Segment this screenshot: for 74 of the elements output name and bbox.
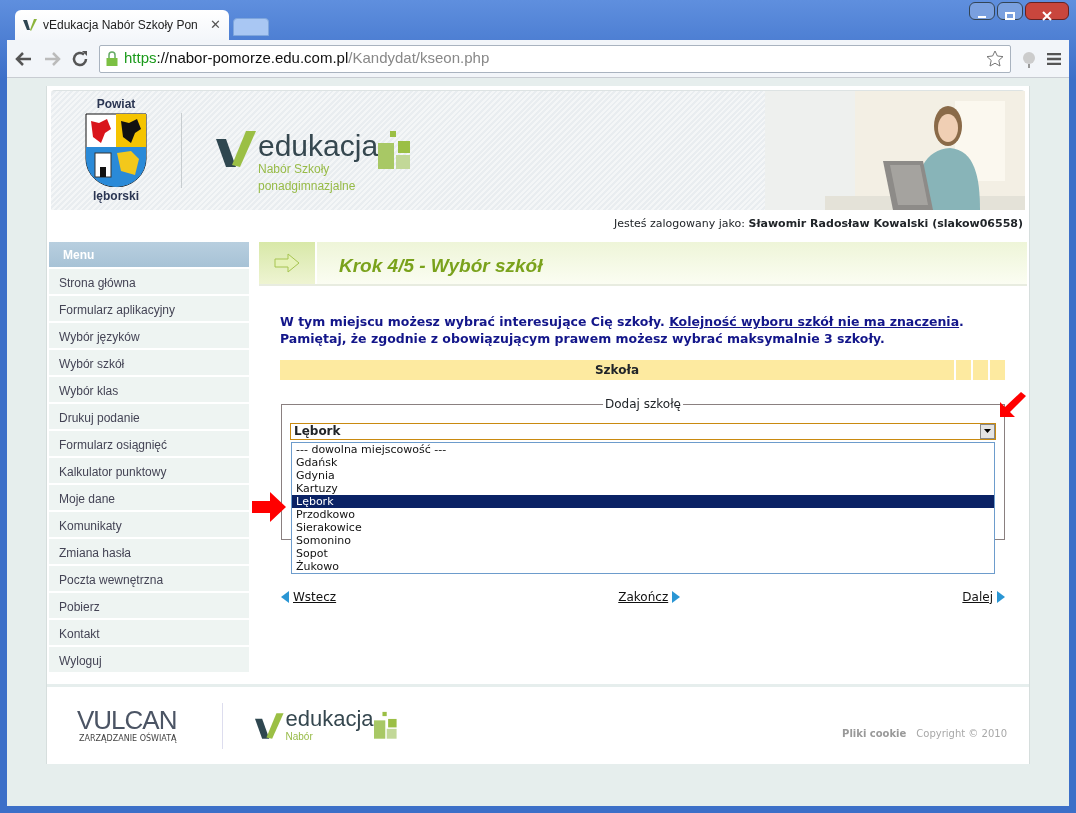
copyright-text: Copyright © 2010 bbox=[916, 727, 1007, 741]
bookmark-star-icon[interactable] bbox=[986, 49, 1004, 68]
minimize-button[interactable] bbox=[969, 2, 995, 20]
tab-title[interactable]: vEdukacja Nabór Szkoły Pon bbox=[43, 16, 204, 34]
dropdown-option[interactable]: Gdynia bbox=[292, 468, 994, 482]
back-icon[interactable] bbox=[15, 50, 33, 67]
squares-logo-icon bbox=[378, 131, 413, 171]
menu-item[interactable]: Wybór języków bbox=[49, 323, 249, 348]
menu-item[interactable]: Drukuj podanie bbox=[49, 404, 249, 429]
menu-item[interactable]: Moje dane bbox=[49, 485, 249, 510]
county-label: lęborski bbox=[93, 188, 139, 205]
arrow-icon bbox=[274, 253, 300, 273]
close-tab-icon[interactable]: ✕ bbox=[210, 15, 221, 35]
reload-icon[interactable] bbox=[71, 49, 89, 68]
vulcan-tagline: ZARZĄDZANIE OŚWIATĄ bbox=[78, 732, 177, 745]
logo-subtitle: Nabór Szkoły bbox=[258, 162, 331, 178]
close-icon bbox=[1042, 10, 1052, 21]
logo-wordmark: edukacja bbox=[285, 707, 374, 730]
menu-item[interactable]: Formularz aplikacyjny bbox=[49, 296, 249, 321]
order-note-link[interactable]: Kolejność wyboru szkół nie ma znaczenia bbox=[669, 314, 960, 329]
v-logo-icon bbox=[216, 131, 258, 167]
menu-item[interactable]: Pobierz bbox=[49, 593, 249, 618]
logo-subtitle: ponadgimnazjalne bbox=[258, 177, 357, 195]
header-cell bbox=[973, 359, 988, 380]
step-title: Krok 4/5 - Wybór szkół bbox=[338, 254, 544, 278]
column-header: Szkoła bbox=[280, 359, 954, 380]
logged-in-label: Jesteś zalogowany jako: bbox=[614, 217, 745, 230]
dropdown-option[interactable]: Sierakowice bbox=[292, 520, 994, 534]
dropdown-option[interactable]: Kartuzy bbox=[292, 481, 994, 495]
logo-subtitle: Nabór bbox=[285, 730, 313, 744]
logo-wordmark: edukacja bbox=[258, 131, 379, 161]
header-cell bbox=[990, 359, 1005, 380]
dropdown-option[interactable]: Sopot bbox=[292, 546, 994, 560]
dropdown-option[interactable]: Przodkowo bbox=[292, 507, 994, 521]
address-bar[interactable]: https://nabor-pomorze.edu.com.pl/Kandydat/kseon.php bbox=[99, 44, 1011, 73]
vulcan-logo: VULCAN bbox=[77, 706, 177, 733]
dropdown-option[interactable]: Żukowo bbox=[292, 559, 994, 573]
menu-item[interactable]: Wyloguj bbox=[49, 647, 249, 672]
maximize-button[interactable] bbox=[997, 2, 1023, 20]
close-button[interactable] bbox=[1025, 2, 1069, 20]
arrow-icon bbox=[997, 590, 1005, 603]
county-label: Powiat bbox=[96, 96, 136, 113]
lock-icon bbox=[106, 51, 118, 66]
nav-link[interactable]: Dalej bbox=[962, 587, 993, 606]
fieldset-legend: Dodaj szkołę bbox=[603, 395, 683, 412]
extension-icon[interactable] bbox=[1021, 49, 1037, 68]
menu-item[interactable]: Kalkulator punktowy bbox=[49, 458, 249, 483]
site-logo-icon bbox=[23, 18, 37, 32]
dropdown-option[interactable]: Lębork bbox=[292, 494, 994, 508]
header-cell bbox=[956, 359, 971, 380]
menu-icon[interactable] bbox=[1047, 52, 1061, 65]
menu-item[interactable]: Komunikaty bbox=[49, 512, 249, 537]
menu-item[interactable]: Wybór szkół bbox=[49, 350, 249, 375]
instructions-text: W tym miejscu możesz wybrać interesujące Cię szkoły. Kolejność wyboru szkół nie ma znaczenia. Pamiętaj, że zgodnie z obowiązującym prawem możesz wybrać maksymalnie 3 szkoły. bbox=[280, 314, 965, 348]
squares-logo-icon bbox=[373, 710, 398, 741]
menu-item[interactable]: Kontakt bbox=[49, 620, 249, 645]
v-logo-icon bbox=[255, 710, 286, 741]
dropdown-option[interactable]: Somonino bbox=[292, 533, 994, 547]
nav-link[interactable]: Zakończ bbox=[618, 587, 669, 606]
menu-header: Menu bbox=[49, 242, 249, 267]
menu-item[interactable]: Wybór klas bbox=[49, 377, 249, 402]
nav-link[interactable]: Wstecz bbox=[293, 587, 337, 606]
annotation-arrow-icon bbox=[252, 492, 286, 522]
maximize-icon bbox=[1005, 11, 1015, 20]
arrow-icon bbox=[281, 590, 289, 603]
menu-item[interactable]: Zmiana hasła bbox=[49, 539, 249, 564]
dropdown-option[interactable]: --- dowolna miejscowość --- bbox=[292, 442, 994, 456]
city-select[interactable]: Lębork bbox=[290, 422, 996, 440]
menu-item[interactable]: Strona główna bbox=[49, 269, 249, 294]
user-name: Sławomir Radosław Kowalski (slakow06558) bbox=[748, 217, 1023, 230]
menu-item[interactable]: Formularz osiągnięć bbox=[49, 431, 249, 456]
dropdown-option[interactable]: Gdańsk bbox=[292, 455, 994, 469]
menu-item[interactable]: Poczta wewnętrzna bbox=[49, 566, 249, 591]
arrow-icon bbox=[672, 590, 681, 603]
